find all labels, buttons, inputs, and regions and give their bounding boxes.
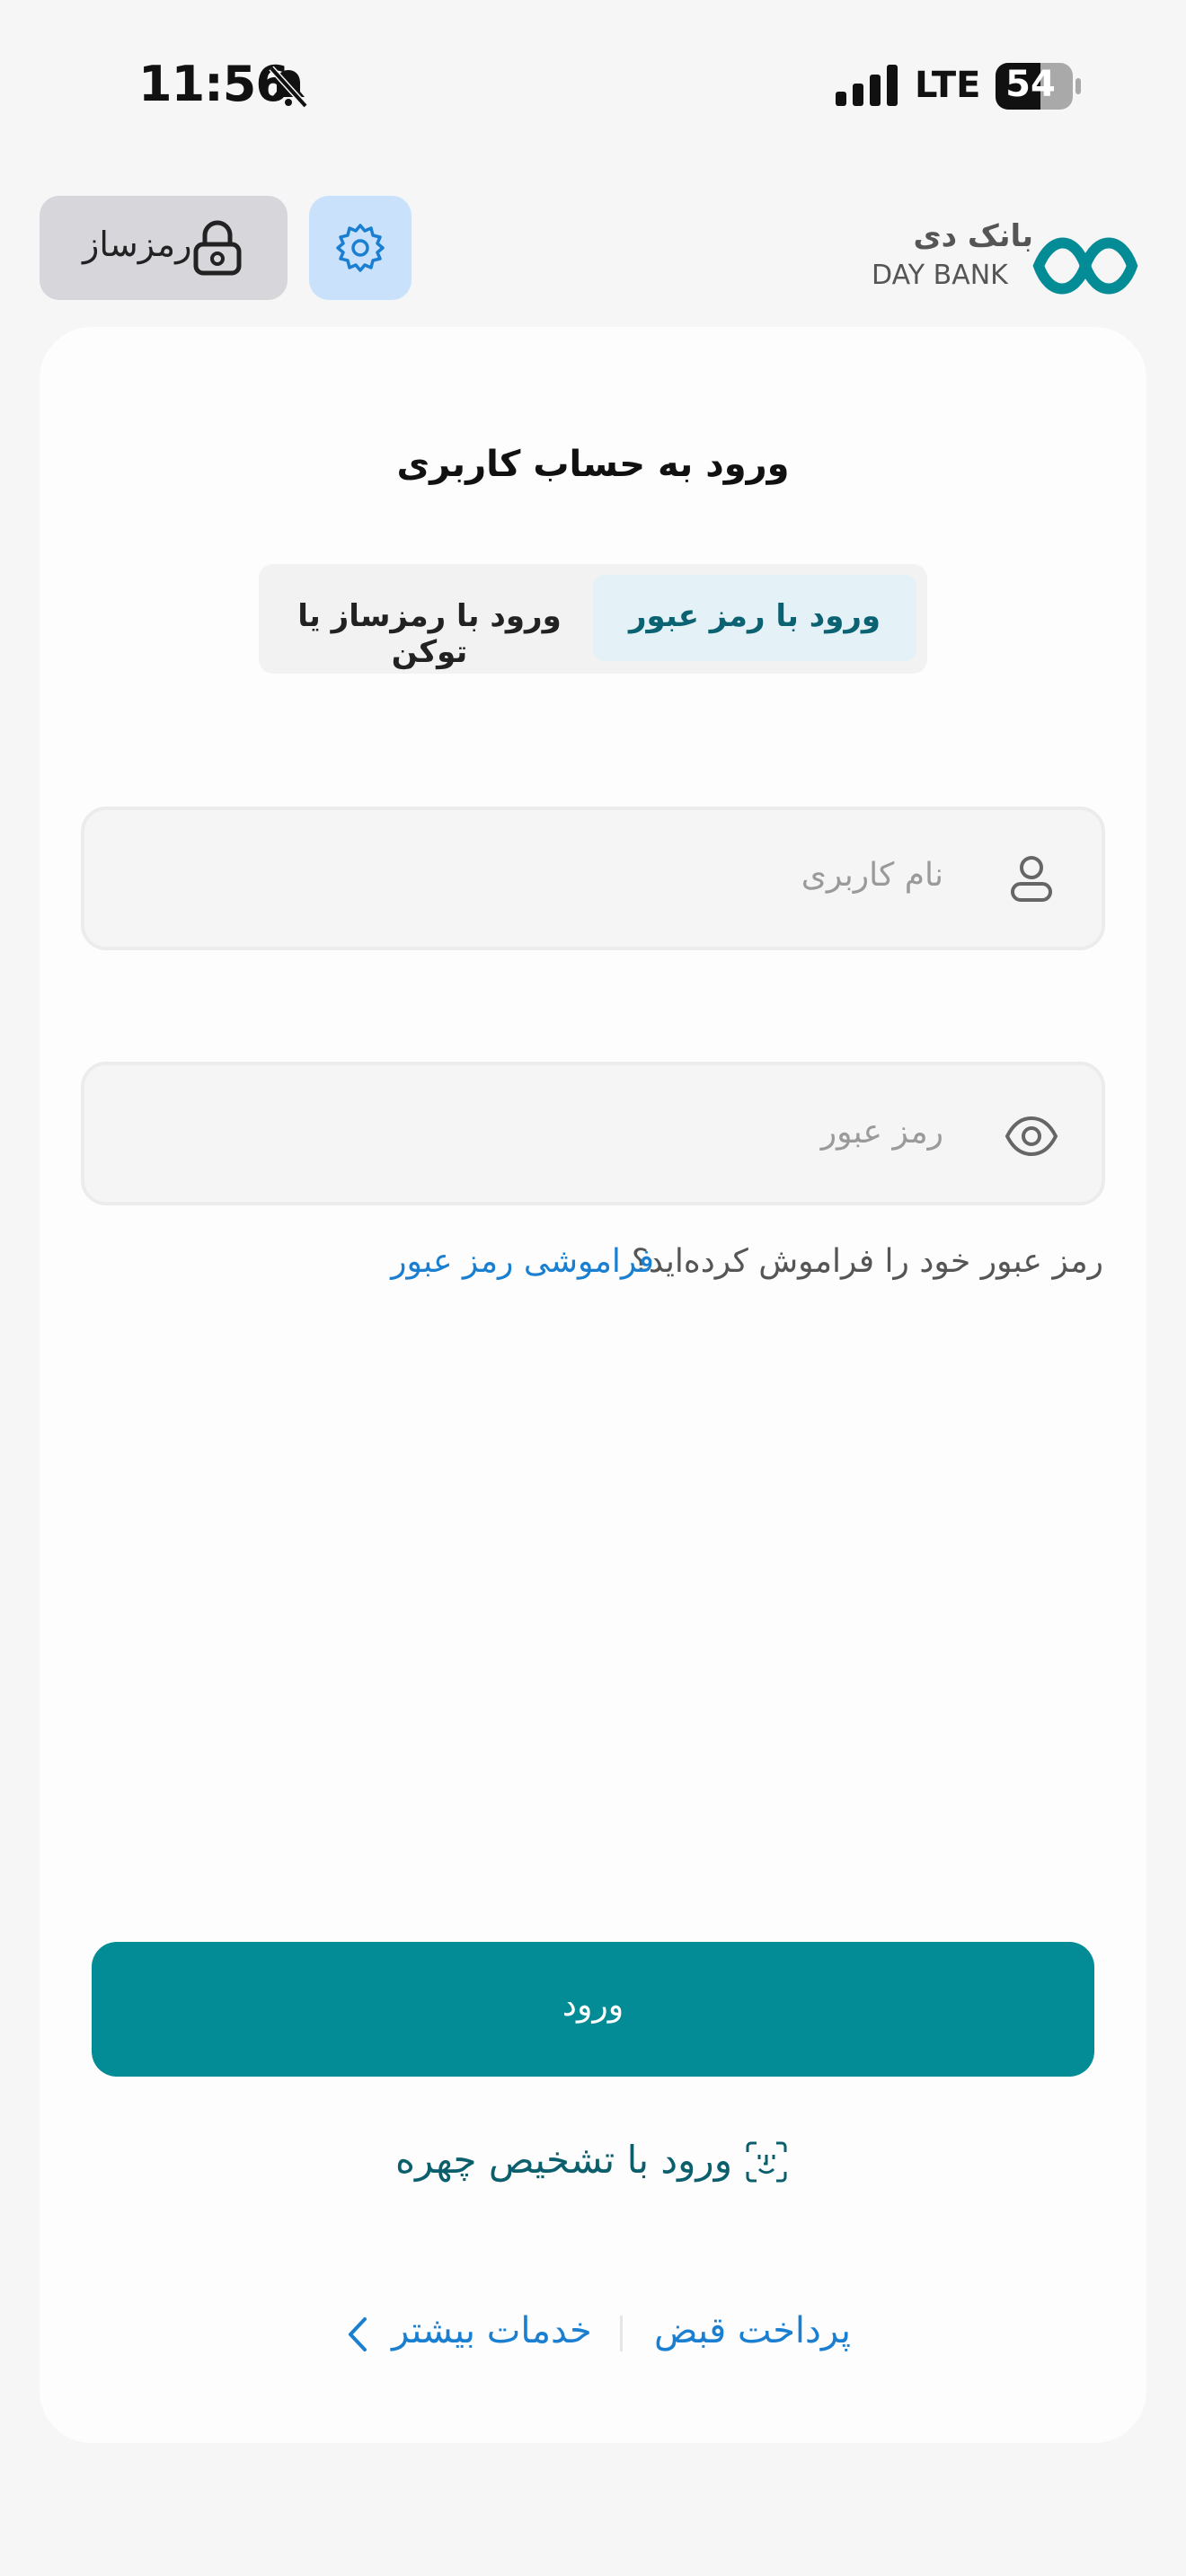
username-field[interactable]	[81, 807, 1105, 950]
bell-slash-icon	[269, 66, 308, 109]
lock-icon	[193, 220, 242, 276]
user-icon	[1011, 856, 1052, 902]
network-type: LTE	[915, 65, 981, 106]
eye-icon[interactable]	[1005, 1114, 1058, 1159]
svg-text:بانک دی: بانک دی	[913, 218, 1033, 254]
pay-bill-link[interactable]: پرداخت قبض	[654, 2310, 851, 2351]
more-services-link[interactable]: خدمات بیشتر	[392, 2310, 592, 2351]
svg-text:DAY BANK: DAY BANK	[872, 260, 1009, 291]
forgot-password-question: رمز عبور خود را فراموش کرده‌اید؟	[631, 1243, 1103, 1280]
footer-divider	[620, 2316, 623, 2351]
tab-password-login-label: ورود با رمز عبور	[628, 598, 881, 634]
gear-icon	[336, 224, 385, 272]
face-id-login-link[interactable]: ورود با تشخیص چهره	[395, 2138, 732, 2182]
password-placeholder: رمز عبور	[820, 1114, 943, 1151]
login-button-label: ورود	[562, 1987, 624, 2024]
battery-level: 54	[1005, 64, 1056, 105]
chevron-left-icon	[349, 2317, 367, 2351]
page-title: ورود به حساب کاربری	[396, 444, 790, 485]
tab-token-login[interactable]: ورود با رمزساز یا توکن	[270, 598, 589, 670]
face-id-icon	[746, 2141, 787, 2183]
forgot-password-link[interactable]: فراموشی رمز عبور	[391, 1243, 654, 1280]
signal-icon	[836, 65, 898, 106]
token-button-label: رمزساز	[83, 225, 192, 264]
password-field[interactable]	[81, 1062, 1105, 1205]
username-placeholder: نام کاربری	[801, 857, 943, 894]
day-bank-logo: بانک دی DAY BANK	[872, 218, 1138, 295]
